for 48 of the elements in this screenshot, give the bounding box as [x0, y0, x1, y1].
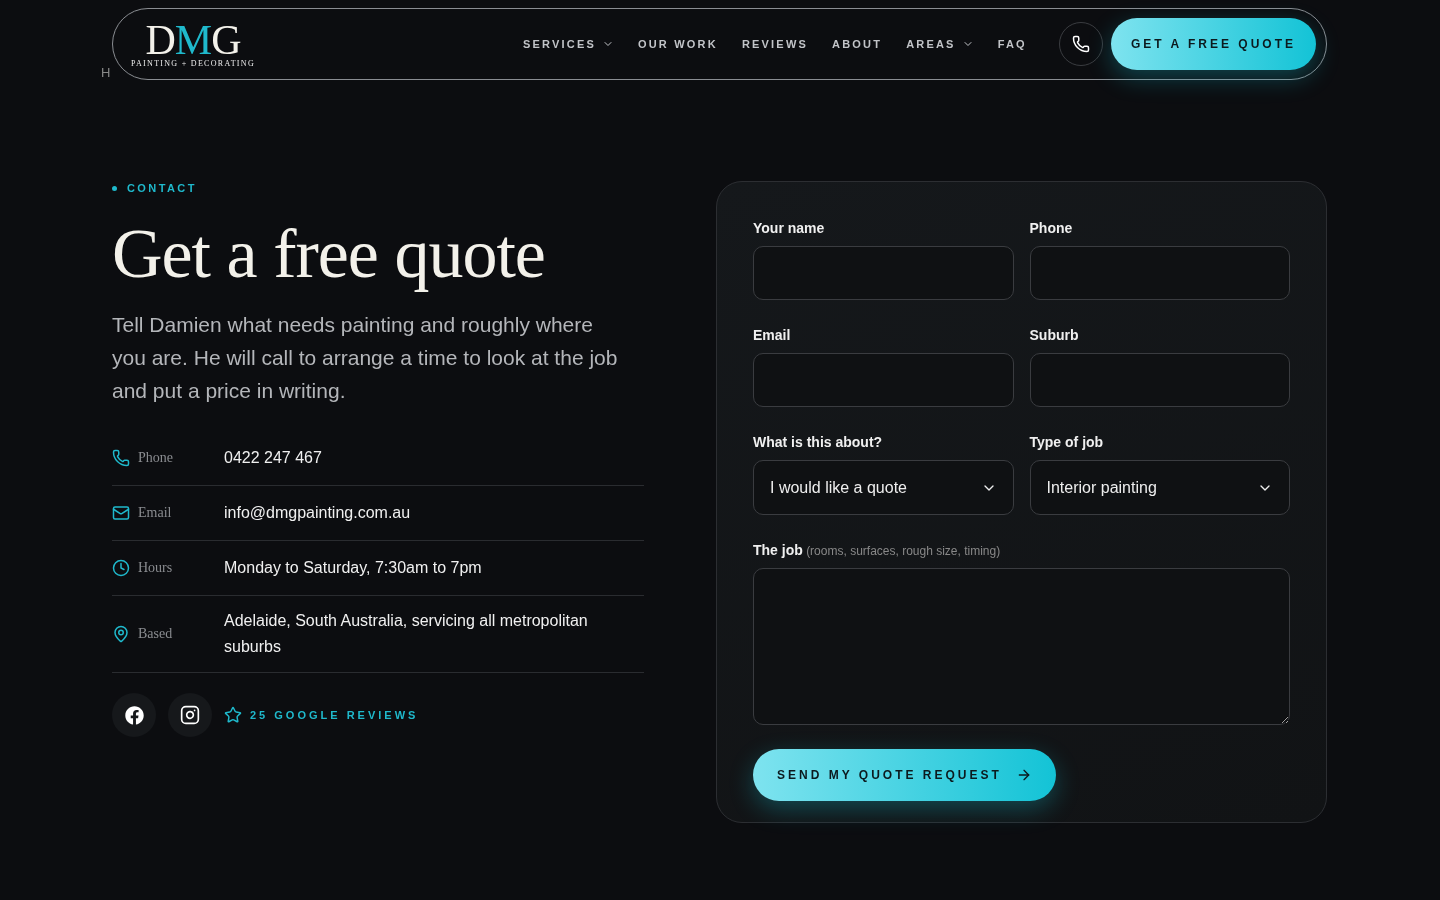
- select-field[interactable]: Interior painting: [1029, 460, 1290, 515]
- text-input[interactable]: [753, 353, 1014, 407]
- field-label: Suburb: [1029, 327, 1080, 343]
- bullet-dot: [112, 185, 117, 191]
- logo-wordmark[interactable]: DMG: [145, 20, 241, 59]
- detail-value: Monday to Saturday, 7:30am to 7pm: [224, 558, 483, 578]
- text-input[interactable]: [753, 246, 1014, 300]
- message-textarea[interactable]: [753, 568, 1290, 725]
- detail-label: Phone: [138, 450, 174, 466]
- instagram-icon: [180, 705, 200, 725]
- facebook-icon: [124, 705, 144, 725]
- map-pin-icon: [112, 625, 130, 643]
- quote-button[interactable]: GET A FREE QUOTE: [1110, 18, 1316, 70]
- select-field[interactable]: I would like a quote: [753, 460, 1014, 515]
- detail-label: Email: [138, 505, 173, 521]
- phone-icon: [112, 449, 130, 467]
- detail-label: Based: [138, 626, 174, 642]
- field-label: The job (rooms, surfaces, rough size, timing): [753, 542, 1002, 558]
- submit-button[interactable]: SEND MY QUOTE REQUEST: [753, 749, 1056, 801]
- text-input[interactable]: [1029, 246, 1290, 300]
- section-eyebrow: CONTACT: [127, 182, 197, 194]
- field-label: What is this about?: [753, 434, 884, 450]
- field-label: Type of job: [1029, 434, 1105, 450]
- nav-link[interactable]: AREAS: [906, 38, 974, 50]
- star-icon: [224, 706, 242, 724]
- phone-icon: [1071, 35, 1090, 53]
- intro-paragraph: Tell Damien what needs painting and roughly where you are. He will call to arrange a time to look at the job and put a price in writing.: [112, 312, 619, 404]
- logo-tagline: PAINTING + DECORATING: [131, 58, 255, 68]
- nav-link[interactable]: OUR WORK: [637, 38, 718, 50]
- detail-value: Adelaide, South Australia, servicing all metropolitan suburbs: [224, 611, 589, 657]
- mail-icon: [112, 504, 130, 522]
- facebook-link[interactable]: [112, 693, 156, 737]
- field-label: Email: [753, 327, 792, 343]
- nav-link[interactable]: SERVICES: [522, 38, 614, 50]
- nav-link[interactable]: ABOUT: [832, 38, 883, 50]
- detail-value[interactable]: info@dmgpainting.com.au: [224, 500, 644, 526]
- detail-label: Hours: [138, 560, 174, 576]
- nav-link[interactable]: REVIEWS: [741, 38, 809, 50]
- reviews-link[interactable]: 25 GOOGLE REVIEWS: [224, 706, 419, 724]
- field-label: Your name: [753, 220, 826, 236]
- instagram-link[interactable]: [168, 693, 212, 737]
- detail-value[interactable]: 0422 247 467: [224, 445, 644, 471]
- field-label: Phone: [1029, 220, 1074, 236]
- nav-link[interactable]: FAQ: [997, 38, 1027, 50]
- clock-icon: [112, 559, 130, 577]
- breadcrumb[interactable]: H: [101, 64, 111, 80]
- page-title: Get a free quote: [112, 214, 546, 294]
- text-input[interactable]: [1029, 353, 1290, 407]
